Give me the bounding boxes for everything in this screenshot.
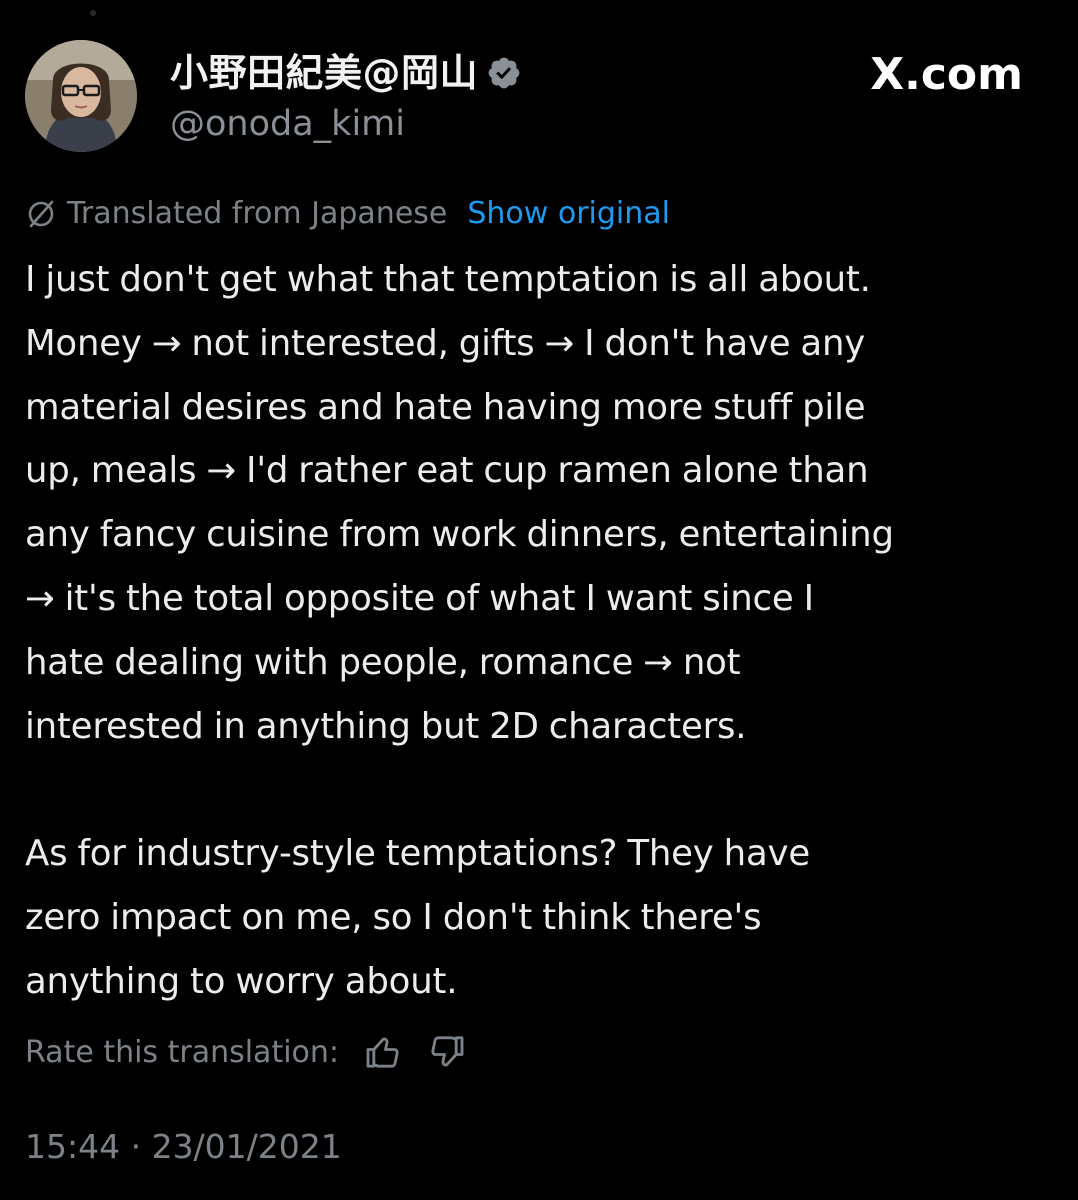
x-com-logo: X.com [870, 49, 1023, 100]
translated-label: Translated from Japanese [67, 195, 448, 231]
tweet-line: interested in anything but 2D characters… [25, 705, 747, 747]
tweet-line: hate dealing with people, romance → not [25, 641, 741, 683]
tweet-line: material desires and hate having more st… [25, 386, 866, 428]
tweet-line: zero impact on me, so I don't think ther… [25, 896, 762, 938]
tweet-line: → it's the total opposite of what I want… [25, 577, 814, 619]
avatar-photo-icon [25, 40, 137, 152]
tweet-line: I just don't get what that temptation is… [25, 259, 871, 300]
rate-translation-row: Rate this translation: [25, 1030, 467, 1074]
tweet-header: 小野田紀美@岡山 @onoda_kimi X.com [25, 40, 1053, 160]
rate-translation-label: Rate this translation: [25, 1034, 340, 1070]
display-name-row: 小野田紀美@岡山 [170, 48, 522, 98]
thumbs-down-icon[interactable] [427, 1032, 467, 1072]
tweet-line: anything to worry about. [25, 960, 458, 1002]
translation-notice: Translated from Japanese Show original [25, 192, 670, 234]
thumbs-up-icon[interactable] [363, 1032, 403, 1072]
verified-badge-icon [488, 57, 520, 89]
globe-slash-icon [28, 200, 54, 228]
tweet-line: Money → not interested, gifts → I don't … [25, 322, 866, 364]
display-name[interactable]: 小野田紀美@岡山 [170, 48, 478, 98]
handle[interactable]: @onoda_kimi [170, 102, 405, 146]
tweet-line: any fancy cuisine from work dinners, ent… [25, 514, 894, 556]
avatar[interactable] [25, 40, 137, 152]
status-dot [90, 10, 96, 16]
tweet-line: As for industry-style temptations? They … [25, 833, 810, 875]
tweet-line: up, meals → I'd rather eat cup ramen alo… [25, 450, 869, 492]
show-original-link[interactable]: Show original [467, 196, 670, 231]
tweet-timestamp[interactable]: 15:44 · 23/01/2021 [25, 1124, 342, 1170]
tweet-text: I just don't get what that temptation is… [25, 248, 1065, 1014]
